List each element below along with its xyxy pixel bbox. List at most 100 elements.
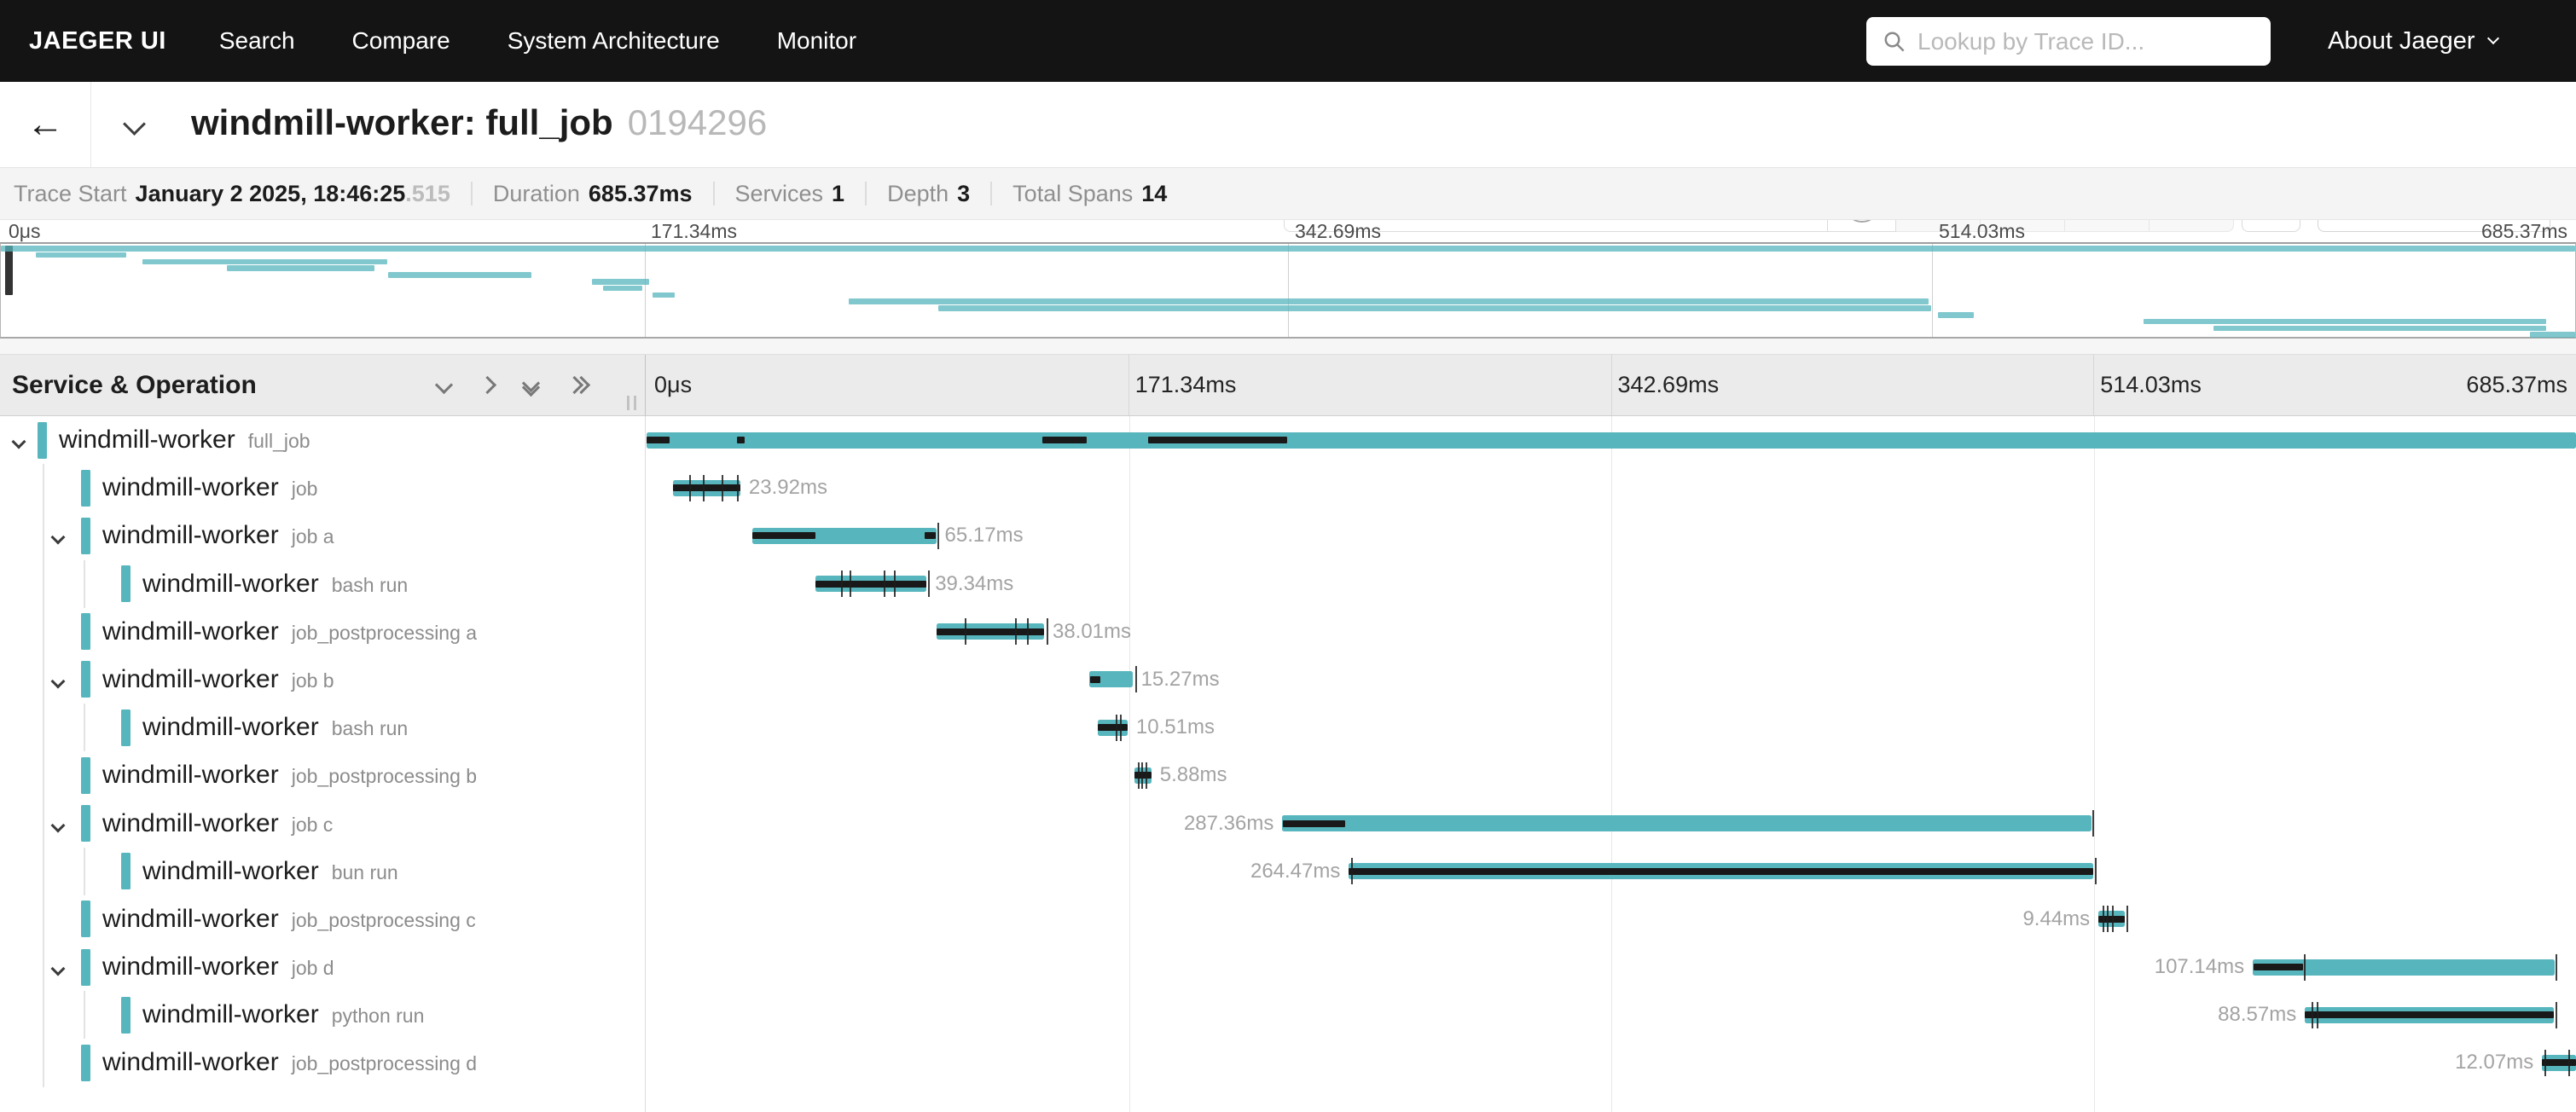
span-timeline-row: 10.51ms [647, 704, 2576, 751]
span-duration-label: 23.92ms [749, 464, 827, 512]
nav-link-search[interactable]: Search [219, 27, 295, 55]
span-name-row[interactable]: windmill-workerpython run [0, 991, 645, 1039]
collapse-all-button[interactable] [525, 377, 537, 394]
service-name: windmill-worker [142, 991, 319, 1039]
span-log-tick [703, 475, 705, 501]
trace-lookup-box[interactable] [1866, 17, 2271, 66]
back-arrow-icon: ← [26, 103, 64, 146]
span-log-tick [894, 570, 896, 597]
operation-name: job_postprocessing c [292, 896, 476, 944]
minimap-span-bar [1, 246, 2575, 252]
span-name-row[interactable]: windmill-workerjob c [0, 800, 645, 848]
span-log-tick [965, 618, 966, 645]
span-name-row[interactable]: windmill-workerjob a [0, 512, 645, 559]
meta-item: Total Spans14 [1012, 181, 1167, 207]
tree-guide-line [43, 1039, 44, 1086]
span-name-row[interactable]: windmill-workerfull_job [0, 416, 645, 464]
span-duration-label: 65.17ms [945, 512, 1024, 559]
meta-separator [865, 182, 867, 206]
span-name-row[interactable]: windmill-workerbash run [0, 560, 645, 608]
span-log-tick [850, 570, 851, 597]
trace-id: 0194296 [628, 102, 768, 143]
critical-path-segment [1098, 724, 1128, 731]
span-log-tick [2304, 954, 2306, 981]
critical-path-segment [1283, 820, 1344, 827]
span-bar[interactable] [647, 432, 2576, 449]
expander-icon[interactable] [14, 436, 24, 451]
expander-icon[interactable] [53, 675, 63, 691]
meta-label: Duration [493, 181, 580, 207]
span-name: windmill-workerpython run [142, 991, 424, 1039]
minimap-span-row [1, 286, 2575, 292]
minimap-span-row [1, 279, 2575, 286]
tree-guide-line [43, 991, 44, 1039]
span-log-tick [2112, 906, 2114, 932]
service-name: windmill-worker [102, 751, 279, 799]
span-log-tick [1146, 762, 1147, 789]
meta-label: Services [735, 181, 824, 207]
span-log-tick [1135, 666, 1137, 692]
trace-lookup-input[interactable] [1917, 28, 2242, 55]
expander-icon[interactable] [53, 531, 63, 547]
span-color-indicator [81, 1045, 90, 1081]
minimap-span-row [1, 319, 2575, 326]
minimap-span-bar [653, 292, 675, 298]
expand-one-button[interactable] [481, 379, 494, 391]
minimap-span-row [1, 259, 2575, 266]
chevron-down-icon [435, 376, 453, 394]
trace-minimap[interactable] [0, 242, 2576, 339]
top-nav: JAEGER UI Search Compare System Architectu… [0, 0, 2576, 82]
tree-guide-line [84, 704, 85, 751]
expander-icon[interactable] [53, 820, 63, 835]
span-duration-label: 38.01ms [1053, 608, 1131, 656]
span-log-tick [884, 570, 885, 597]
span-name: windmill-workerjob a [102, 512, 334, 559]
span-log-tick [689, 475, 691, 501]
span-log-tick [1120, 715, 1122, 741]
span-color-indicator [81, 518, 90, 554]
span-color-indicator [81, 470, 90, 507]
operation-name: job_postprocessing a [292, 609, 477, 657]
critical-path-segment [925, 532, 937, 539]
span-name-row[interactable]: windmill-workerjob_postprocessing c [0, 895, 645, 943]
trace-title-text: windmill-worker: full_job [191, 102, 613, 143]
span-log-tick [722, 475, 723, 501]
expander-icon[interactable] [53, 963, 63, 978]
nav-link-compare[interactable]: Compare [352, 27, 450, 55]
span-duration-label: 5.88ms [1160, 751, 1227, 799]
column-resize-grip[interactable] [627, 396, 636, 410]
minimap-span-bar [603, 286, 642, 292]
span-log-tick [1138, 762, 1140, 789]
time-axis-header: 0μs171.34ms342.69ms514.03ms685.37ms [646, 355, 2576, 415]
collapse-one-button[interactable] [438, 379, 450, 391]
span-name-row[interactable]: windmill-workerbash run [0, 704, 645, 751]
minimap-span-row [1, 312, 2575, 319]
span-log-tick [737, 475, 739, 501]
service-name: windmill-worker [142, 560, 319, 608]
trace-collapse-toggle[interactable] [126, 116, 142, 136]
nav-link-system-architecture[interactable]: System Architecture [508, 27, 720, 55]
expand-all-button[interactable] [568, 379, 588, 391]
span-name-row[interactable]: windmill-workerjob b [0, 656, 645, 704]
time-tick-label: 685.37ms [2481, 220, 2567, 243]
span-name: windmill-workerjob d [102, 943, 334, 991]
span-name-row[interactable]: windmill-workerjob [0, 464, 645, 512]
app-brand[interactable]: JAEGER UI [29, 27, 166, 55]
span-name-row[interactable]: windmill-workerjob_postprocessing d [0, 1039, 645, 1086]
span-name-row[interactable]: windmill-workerjob d [0, 943, 645, 991]
span-name-row[interactable]: windmill-workerjob_postprocessing a [0, 608, 645, 656]
critical-path-segment [737, 437, 745, 443]
tree-guide-line [43, 512, 44, 559]
operation-name: full_job [248, 417, 310, 465]
span-color-indicator [81, 661, 90, 698]
trace-meta-bar: Trace StartJanuary 2 2025, 18:46:25.515D… [0, 168, 2576, 220]
back-button[interactable]: ← [0, 82, 91, 167]
span-duration-label: 15.27ms [1141, 656, 1220, 704]
span-log-tick [1027, 618, 1029, 645]
span-name-row[interactable]: windmill-workerbun run [0, 848, 645, 895]
meta-item: Duration685.37ms [493, 181, 693, 207]
span-bar[interactable] [1282, 815, 2091, 831]
span-name-row[interactable]: windmill-workerjob_postprocessing b [0, 751, 645, 799]
about-jaeger-menu[interactable]: About Jaeger [2328, 0, 2498, 82]
nav-link-monitor[interactable]: Monitor [777, 27, 856, 55]
